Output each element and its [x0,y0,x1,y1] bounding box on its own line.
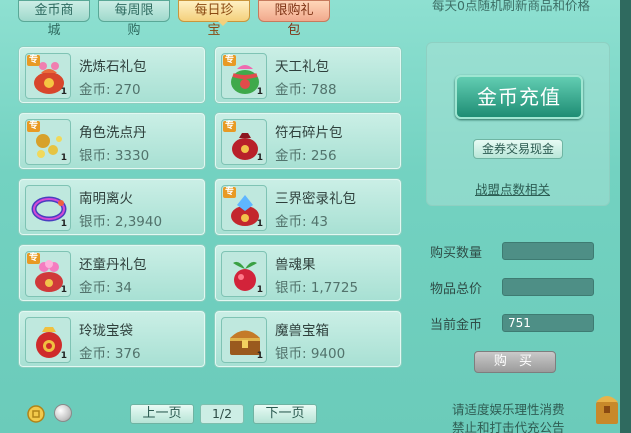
item-name: 魔兽宝箱 [275,323,329,339]
item-name: 南明离火 [79,191,133,207]
item-quantity: 1 [60,219,67,229]
item-quantity: 1 [60,153,67,163]
item-quantity: 1 [256,219,263,229]
item-quantity: 1 [256,351,263,361]
treasure-chest-deco-icon[interactable] [594,388,620,428]
tab-gold-shop[interactable]: 金币商城 [18,0,90,38]
item-quantity: 1 [256,153,263,163]
tab-weekly-limit[interactable]: 每周限购 [98,0,170,38]
exclusive-tag: 专 [27,55,41,66]
item-price: 金币: 270 [79,82,141,98]
tab-limited-gift[interactable]: 限购礼包 [258,0,330,38]
item-price: 金币: 376 [79,346,141,362]
next-page-button[interactable]: 下一页 [253,404,317,424]
current-gold-field: 751 [502,314,594,332]
exclusive-tag: 专 [27,253,41,264]
item-quantity: 1 [60,285,67,295]
refresh-note: 每天0点随机刷新商品和价格 [432,0,590,13]
shop-tabs: 金币商城 每周限购 每日珍宝 限购礼包 [18,0,330,38]
item-icon-slot: 1 [25,317,71,363]
quantity-label: 购买数量 [430,246,483,261]
item-price: 银币: 2,3940 [79,214,163,230]
total-price-field [502,278,594,296]
prev-page-button[interactable]: 上一页 [130,404,194,424]
item-card[interactable]: 专 1 符石碎片包 金币: 256 [214,112,402,170]
item-name: 天工礼包 [275,59,329,75]
item-card[interactable]: 专 1 三界密录礼包 金币: 43 [214,178,402,236]
item-icon-slot: 1 [25,185,71,231]
buy-button[interactable]: 购 买 [474,351,556,373]
active-tab-pointer-icon [217,20,229,26]
notice-line-2[interactable]: 禁止和打击代充公告 [452,417,565,433]
page-indicator: 1/2 [200,404,244,424]
item-card[interactable]: 1 兽魂果 银币: 1,7725 [214,244,402,302]
item-quantity: 1 [256,87,263,97]
item-icon-slot: 专 1 [221,53,267,99]
item-card[interactable]: 1 魔兽宝箱 银币: 9400 [214,310,402,368]
item-icon-slot: 专 1 [221,185,267,231]
exclusive-tag: 专 [223,121,237,132]
item-name: 符石碎片包 [275,125,343,141]
item-icon-slot: 1 [221,317,267,363]
total-price-label: 物品总价 [430,282,483,297]
exclusive-tag: 专 [223,187,237,198]
quantity-field[interactable] [502,242,594,260]
item-price: 金币: 34 [79,280,133,296]
coin-icon[interactable] [26,404,46,424]
exclusive-tag: 专 [223,55,237,66]
item-card[interactable]: 1 南明离火 银币: 2,3940 [18,178,206,236]
item-price: 银币: 1,7725 [275,280,359,296]
item-name: 还童丹礼包 [79,257,147,273]
item-icon-slot: 专 1 [221,119,267,165]
tab-daily-treasure[interactable]: 每日珍宝 [178,0,250,38]
item-quantity: 1 [60,351,67,361]
current-gold-label: 当前金币 [430,318,483,333]
silver-orb-icon[interactable] [54,404,72,422]
item-name: 兽魂果 [275,257,316,273]
item-price: 金币: 256 [275,148,337,164]
item-price: 金币: 43 [275,214,329,230]
league-points-link[interactable]: 战盟点数相关 [475,179,550,198]
item-card[interactable]: 专 1 还童丹礼包 金币: 34 [18,244,206,302]
item-name: 角色洗点丹 [79,125,147,141]
item-icon-slot: 专 1 [25,53,71,99]
item-icon-slot: 专 1 [25,251,71,297]
item-card[interactable]: 专 1 角色洗点丹 银币: 3330 [18,112,206,170]
notice-line-1[interactable]: 请适度娱乐理性消费 [452,399,565,418]
side-strip [620,0,631,433]
item-price: 金币: 788 [275,82,337,98]
item-price: 银币: 9400 [275,346,346,362]
item-name: 三界密录礼包 [275,191,356,207]
item-card[interactable]: 专 1 洗炼石礼包 金币: 270 [18,46,206,104]
item-name: 洗炼石礼包 [79,59,147,75]
item-card[interactable]: 专 1 天工礼包 金币: 788 [214,46,402,104]
item-icon-slot: 专 1 [25,119,71,165]
item-quantity: 1 [256,285,263,295]
item-name: 玲珑宝袋 [79,323,133,339]
item-icon-slot: 1 [221,251,267,297]
item-price: 银币: 3330 [79,148,150,164]
exclusive-tag: 专 [27,121,41,132]
item-quantity: 1 [60,87,67,97]
item-card[interactable]: 1 玲珑宝袋 金币: 376 [18,310,206,368]
recharge-panel: 金币充值 金券交易现金 战盟点数相关 [426,42,610,206]
recharge-button[interactable]: 金币充值 [455,75,583,119]
voucher-exchange-button[interactable]: 金券交易现金 [473,139,563,159]
